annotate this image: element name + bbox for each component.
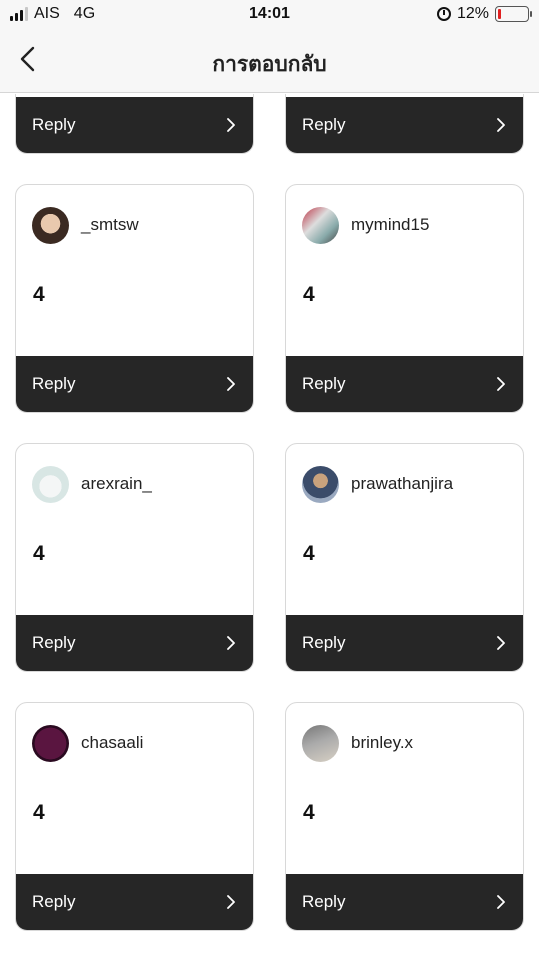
reply-button[interactable]: Reply [286,874,523,930]
card-header: mymind15 [286,185,523,251]
avatar[interactable] [302,465,339,503]
reply-button-label: Reply [302,633,346,652]
reply-button-label: Reply [32,374,76,393]
page-title: การตอบกลับ [212,53,327,76]
reply-card: chasaali 4 Reply [15,702,254,931]
reply-card: prawathanjira 4 Reply [285,443,524,672]
username[interactable]: chasaali [81,733,143,753]
battery-percent: 12% [456,5,489,22]
avatar[interactable] [302,724,339,762]
chevron-right-icon [227,895,235,909]
reply-count: 4 [303,801,315,824]
reply-count: 4 [33,283,45,306]
username[interactable]: arexrain_ [81,474,152,494]
username[interactable]: mymind15 [351,215,429,235]
card-header: _smtsw [16,185,253,251]
reply-card: brinley.x 4 Reply [285,702,524,931]
card-header: chasaali [16,703,253,769]
username[interactable]: _smtsw [81,215,139,235]
reply-button[interactable]: Reply [16,356,253,412]
alarm-icon [436,7,451,21]
reply-card-partial-left: Reply [15,94,254,154]
reply-button-label: Reply [302,115,346,134]
status-bar: AIS 4G 14:01 12% [0,0,539,30]
chevron-right-icon [497,895,505,909]
chevron-right-icon [497,636,505,650]
reply-button[interactable]: Reply [286,615,523,671]
reply-count: 4 [303,542,315,565]
reply-card-partial-right: Reply [285,94,524,154]
chevron-right-icon [227,118,235,132]
username[interactable]: prawathanjira [351,474,453,494]
reply-button[interactable]: Reply [16,874,253,930]
reply-count: 4 [33,801,45,824]
card-header: brinley.x [286,703,523,769]
replies-grid[interactable]: Reply Reply _smtsw 4 Reply mymind15 4 Re… [0,94,539,960]
reply-button[interactable]: Reply [16,615,253,671]
reply-count: 4 [33,542,45,565]
reply-button[interactable]: Reply [286,97,523,153]
reply-button[interactable]: Reply [16,97,253,153]
reply-card: mymind15 4 Reply [285,184,524,413]
reply-button-label: Reply [32,115,76,134]
reply-card: arexrain_ 4 Reply [15,443,254,672]
card-header: prawathanjira [286,444,523,510]
avatar[interactable] [32,206,69,244]
chevron-right-icon [227,636,235,650]
avatar[interactable] [302,206,339,244]
reply-button-label: Reply [32,633,76,652]
chevron-right-icon [497,377,505,391]
reply-button-label: Reply [302,892,346,911]
reply-count: 4 [303,283,315,306]
battery-icon [495,6,532,22]
chevron-right-icon [227,377,235,391]
avatar[interactable] [32,724,69,762]
username[interactable]: brinley.x [351,733,413,753]
chevron-right-icon [497,118,505,132]
reply-button-label: Reply [32,892,76,911]
card-header: arexrain_ [16,444,253,510]
avatar[interactable] [32,465,69,503]
reply-card: _smtsw 4 Reply [15,184,254,413]
reply-button[interactable]: Reply [286,356,523,412]
nav-header: การตอบกลับ [0,30,539,93]
status-right: 12% [436,5,532,23]
reply-button-label: Reply [302,374,346,393]
